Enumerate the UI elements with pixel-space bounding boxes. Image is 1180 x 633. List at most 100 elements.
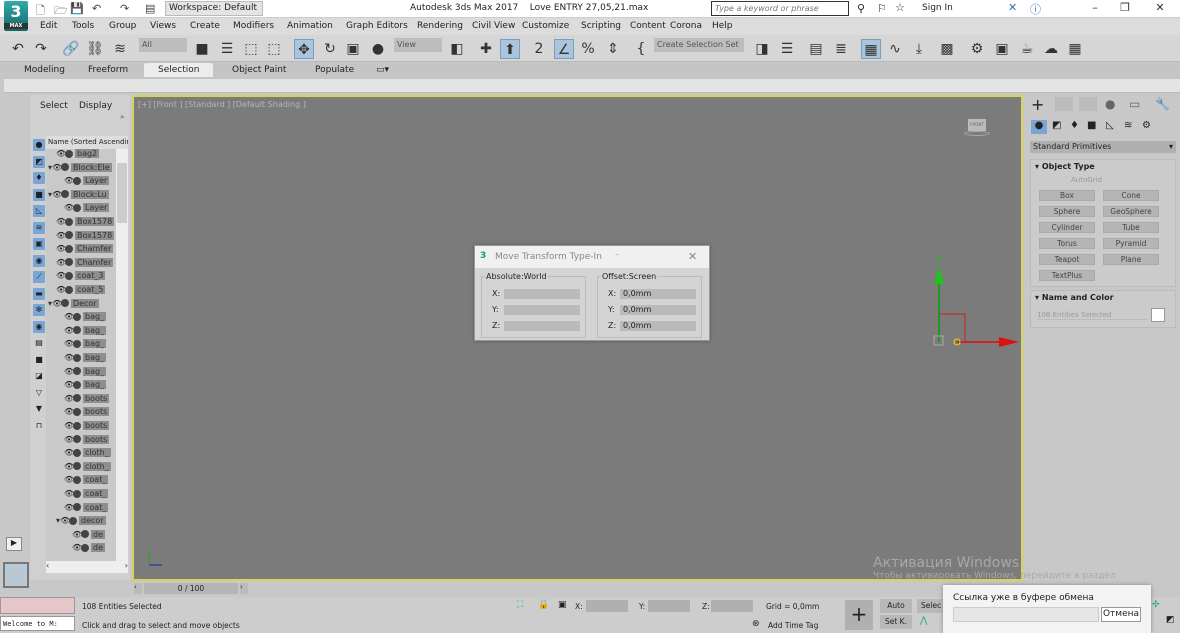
move-icon[interactable]: ✥ — [294, 39, 314, 59]
tree-hscrollbar[interactable]: ‹ › — [46, 561, 128, 573]
scale-icon[interactable]: ▣ — [343, 39, 363, 59]
maxscript-listener-top[interactable] — [0, 597, 75, 614]
systems-icon[interactable]: ⚙ — [1142, 120, 1151, 131]
select-object-icon[interactable]: ■ — [192, 39, 212, 59]
viewport-front[interactable]: [+] [Front ] [Standard ] [Default Shadin… — [132, 95, 1023, 581]
selection-filter-dropdown[interactable]: All — [139, 38, 187, 52]
maximize-viewport-icon[interactable]: ◩ — [1166, 615, 1175, 625]
tree-item[interactable]: 👁 bag_ — [64, 312, 107, 325]
tab-selection[interactable]: Selection — [144, 63, 214, 77]
close-button[interactable]: ✕ — [1145, 1, 1175, 14]
ribbon-toggle-icon[interactable]: ▦ — [861, 39, 881, 59]
minimize-button[interactable]: – — [1080, 1, 1110, 14]
dialog-close-button[interactable]: ✕ — [688, 250, 697, 263]
column-header-name[interactable]: Name (Sorted Ascending) — [46, 136, 128, 149]
named-selection-set-dropdown[interactable]: Create Selection Set — [654, 38, 744, 52]
cameras-filter-icon[interactable]: ■ — [33, 188, 45, 201]
create-box-button[interactable]: Box — [1039, 190, 1095, 201]
filter-toggle-filter-icon[interactable]: ▽ — [33, 387, 45, 399]
undo-icon[interactable]: ↶ — [8, 39, 28, 59]
save-icon[interactable]: 💾 — [70, 2, 84, 15]
transform-gizmo[interactable]: y — [929, 252, 1024, 352]
set-key-button[interactable]: Set K. — [880, 615, 912, 629]
menu-content[interactable]: Content — [630, 21, 666, 31]
selection-lock-icon[interactable]: 🔒 — [538, 600, 549, 610]
maxscript-input[interactable]: Welcome to M: — [0, 616, 75, 631]
tree-item[interactable]: 👁 Layer — [64, 176, 110, 189]
dialog-minimize-button[interactable]: – — [615, 250, 620, 260]
satellite-icon[interactable]: ⚐ — [877, 2, 887, 15]
tree-item[interactable]: 👁 cloth_ — [64, 448, 111, 461]
explorer-tab-select[interactable]: Select — [40, 101, 68, 111]
select-manipulate-icon[interactable]: ✚ — [476, 39, 496, 59]
invert-display-filter-icon[interactable]: ◪ — [33, 370, 45, 382]
spinner-snap-icon[interactable]: ⇕ — [603, 39, 623, 59]
isolate-selection-icon[interactable]: ⛶ — [517, 600, 523, 610]
tree-item[interactable]: ▾👁 Block:Lu — [48, 189, 109, 203]
containers-filter-icon[interactable]: ▬ — [33, 287, 45, 300]
rendered-frame-window-icon[interactable]: ▣ — [992, 39, 1012, 59]
next-frame-button[interactable]: › — [240, 583, 248, 594]
layers-filter-icon[interactable]: ⊓ — [33, 420, 45, 432]
create-textplus-button[interactable]: TextPlus — [1039, 270, 1095, 281]
create-torus-button[interactable]: Torus — [1039, 238, 1095, 249]
tree-item[interactable]: 👁 coat_ — [64, 475, 109, 488]
rollout-header-name-color[interactable]: ▾ Name and Color — [1035, 293, 1114, 302]
help-icon[interactable]: ⓘ — [1030, 1, 1041, 17]
set-key-big-button[interactable]: + — [845, 600, 873, 630]
menu-customize[interactable]: Customize — [522, 21, 569, 31]
abs-x-field[interactable] — [504, 289, 580, 299]
layer-explorer-icon[interactable]: ≣ — [831, 39, 851, 59]
create-sphere-button[interactable]: Sphere — [1039, 206, 1095, 217]
menu-tools[interactable]: Tools — [72, 21, 94, 31]
display-none-filter-icon[interactable]: ■ — [33, 354, 45, 366]
tree-item[interactable]: 👁 bag_ — [64, 325, 107, 339]
cancel-button[interactable]: Отмена — [1101, 607, 1141, 622]
tab-freeform[interactable]: Freeform — [88, 65, 128, 75]
add-time-tag[interactable]: Add Time Tag — [768, 621, 818, 630]
lights-filter-icon[interactable]: ♦ — [33, 172, 45, 184]
rectangular-region-icon[interactable]: ⬚ — [241, 39, 261, 59]
tree-item[interactable]: 👁 coat_ — [64, 489, 109, 502]
prev-frame-button[interactable]: ‹ — [134, 583, 142, 594]
x-coordinate-field[interactable] — [586, 600, 628, 612]
rotate-icon[interactable]: ↻ — [320, 39, 340, 59]
scene-explorer-icon[interactable]: ▤ — [806, 39, 826, 59]
pivot-center-icon[interactable]: ◧ — [447, 39, 467, 59]
lights-icon[interactable]: ♦ — [1070, 120, 1079, 131]
viewport-layout-icon[interactable]: ▦ — [1065, 39, 1085, 59]
create-teapot-button[interactable]: Teapot — [1039, 254, 1095, 265]
abs-y-field[interactable] — [504, 305, 580, 315]
keyboard-shortcut-override-icon[interactable]: ⬆ — [500, 39, 520, 59]
object-color-swatch[interactable] — [1151, 308, 1165, 322]
search-input[interactable]: Type a keyword or phrase — [711, 1, 849, 16]
menu-modifiers[interactable]: Modifiers — [233, 21, 274, 31]
modify-tab-icon[interactable] — [1055, 97, 1073, 111]
selected-dropdown[interactable]: Selec — [917, 599, 945, 613]
render-setup-icon[interactable]: ⚙ — [967, 39, 987, 59]
app-logo[interactable]: 3 MAX — [4, 1, 28, 31]
time-slider[interactable]: ‹ 0 / 100 › — [132, 581, 1023, 597]
viewport-label[interactable]: [+] [Front ] [Standard ] [Default Shadin… — [138, 100, 306, 109]
menu-civil-view[interactable]: Civil View — [472, 21, 515, 31]
offset-x-field[interactable]: 0,0mm — [620, 289, 696, 299]
curve-editor-icon[interactable]: ∿ — [885, 39, 905, 59]
tree-scrollbar[interactable] — [116, 149, 128, 561]
tree-item[interactable]: ▾👁 Decor — [48, 298, 99, 312]
tree-item[interactable]: 👁 Layer — [64, 203, 110, 216]
snaps-toggle-icon[interactable]: 2 — [529, 39, 549, 59]
redo-icon[interactable]: ↷ — [31, 39, 51, 59]
filter-filter-icon[interactable]: ▼ — [33, 403, 45, 415]
tree-item[interactable]: 👁 Box1578 — [56, 230, 115, 244]
groups-filter-icon[interactable]: ▣ — [33, 238, 45, 250]
render-production-icon[interactable]: ☕ — [1017, 39, 1037, 59]
create-pyramid-button[interactable]: Pyramid — [1103, 238, 1159, 249]
tree-item[interactable]: ▾👁 decor — [56, 516, 106, 529]
undo-icon[interactable]: ↶ — [92, 2, 101, 15]
ribbon-options-icon[interactable]: ▭▾ — [376, 65, 389, 75]
create-cylinder-button[interactable]: Cylinder — [1039, 222, 1095, 233]
tab-modeling[interactable]: Modeling — [24, 65, 65, 75]
link-icon[interactable]: 🔗 — [61, 39, 81, 59]
tree-item[interactable]: 👁 bag_ — [64, 366, 107, 380]
mirror-icon[interactable]: ◨ — [752, 39, 772, 59]
